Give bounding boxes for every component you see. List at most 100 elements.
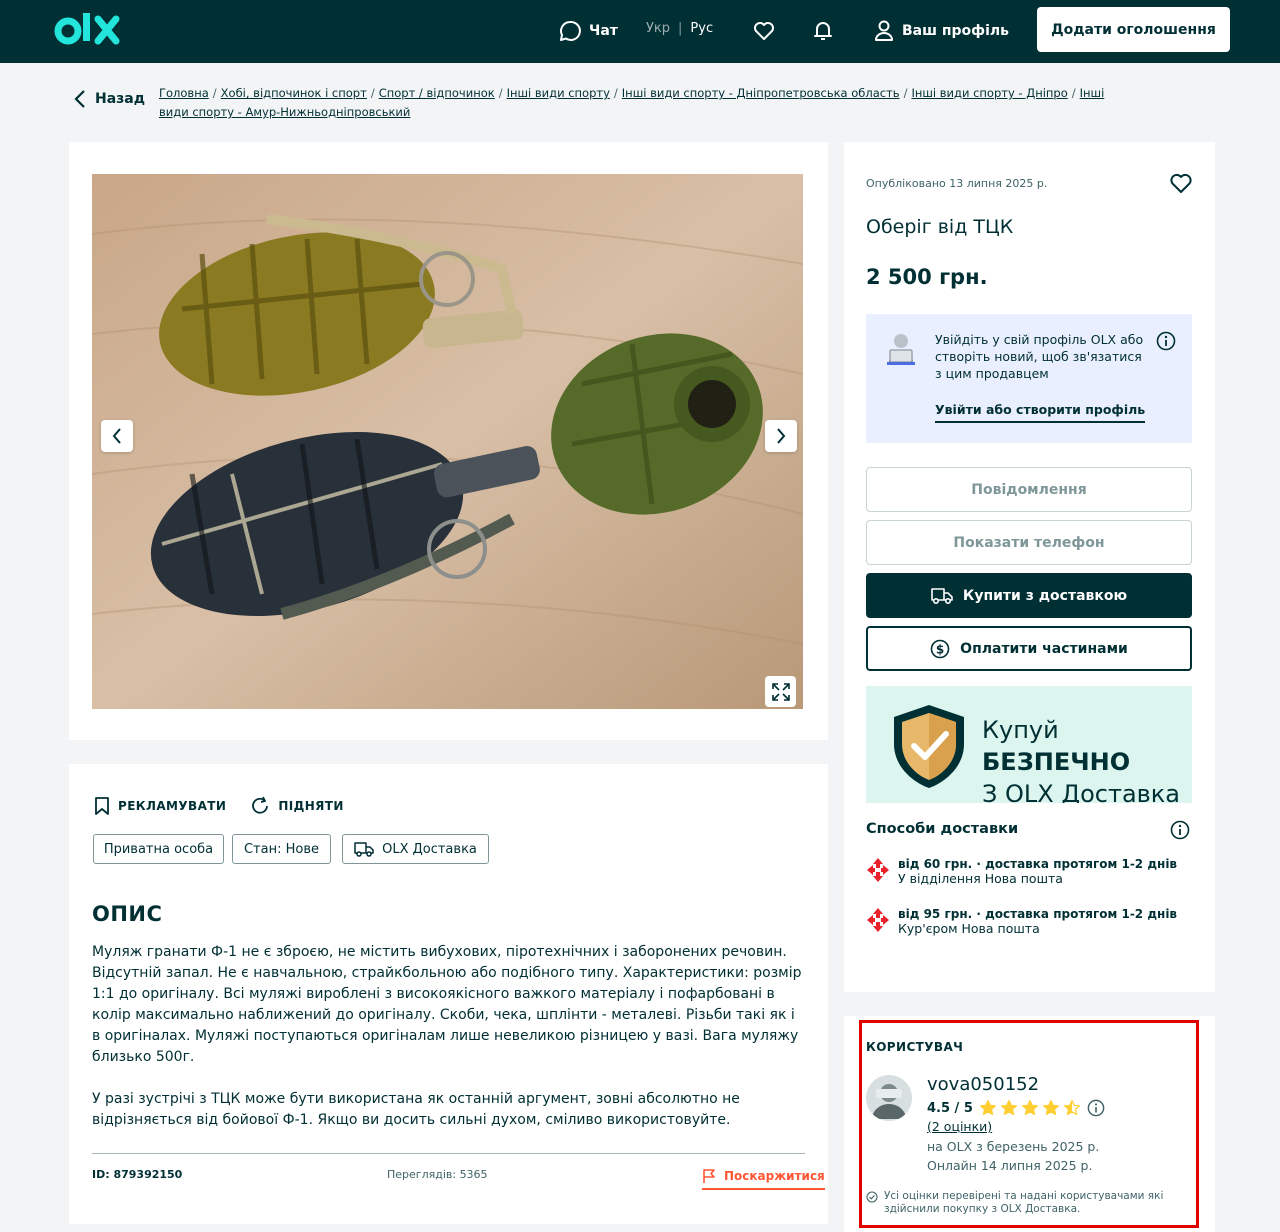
seller-rating: 4.5 / 5: [927, 1099, 1105, 1117]
listing-photo[interactable]: [92, 174, 803, 709]
shipping-option-price: від 95 грн. · доставка протягом 1-2 днів: [898, 907, 1178, 921]
shipping-title: Способи доставки: [866, 821, 1019, 837]
language-switcher: Укр | Рус: [646, 21, 713, 36]
notifications-button[interactable]: [809, 17, 837, 45]
info-icon[interactable]: [1170, 820, 1190, 840]
info-icon[interactable]: [1087, 1099, 1105, 1117]
published-date: Опубліковано 13 липня 2025 р.: [866, 177, 1048, 190]
pay-installments-label: Оплатити частинами: [960, 640, 1128, 657]
banner-line1-b: БЕЗПЕЧНО: [982, 748, 1131, 776]
back-label: Назад: [95, 91, 146, 107]
divider: [92, 1153, 805, 1154]
verified-note-text: Усі оцінки перевірені та надані користув…: [884, 1190, 1164, 1215]
refresh-icon: [252, 796, 269, 814]
tag-condition: Стан: Нове: [232, 834, 331, 864]
advertise-button[interactable]: РЕКЛАМУВАТИ: [94, 796, 226, 816]
svg-text:$: $: [936, 642, 944, 656]
breadcrumb-link[interactable]: Інші види спорту - Дніпро: [911, 86, 1067, 100]
truck-icon: [931, 587, 953, 604]
promo-actions: РЕКЛАМУВАТИ ПІДНЯТИ: [94, 796, 344, 816]
shipping-option: від 95 грн. · доставка протягом 1-2 днів…: [866, 907, 1177, 936]
raise-button[interactable]: ПІДНЯТИ: [250, 796, 344, 816]
show-phone-button[interactable]: Показати телефон: [866, 520, 1192, 565]
default-avatar-icon: [872, 1084, 906, 1119]
favorites-button[interactable]: [750, 17, 778, 45]
check-circle-icon: [866, 1191, 878, 1203]
fullscreen-button[interactable]: [765, 676, 796, 707]
breadcrumb-link[interactable]: Головна: [159, 86, 209, 100]
tag-seller-type: Приватна особа: [93, 834, 224, 864]
gallery-next-button[interactable]: [765, 420, 797, 452]
report-button[interactable]: Поскаржитися: [702, 1168, 825, 1190]
gallery-prev-button[interactable]: [101, 420, 133, 452]
star-icon: [1000, 1099, 1017, 1116]
advertise-label: РЕКЛАМУВАТИ: [118, 799, 227, 813]
banner-text: Купуй БЕЗПЕЧНО З OLX Доставка: [982, 714, 1192, 803]
chat-icon: [560, 20, 581, 41]
nova-poshta-icon: [867, 858, 889, 882]
lang-separator: |: [678, 21, 683, 36]
banner-line1-a: Купуй: [982, 716, 1059, 744]
view-count: Переглядів: 5365: [387, 1168, 488, 1181]
profile-link[interactable]: Ваш профіль: [874, 18, 1009, 44]
banner-line2: З OLX Доставка: [982, 780, 1181, 803]
login-prompt-text: Увійдіть у свій профіль OLX або створіть…: [935, 332, 1144, 381]
rating-text: 4.5 / 5: [927, 1100, 973, 1116]
post-ad-button[interactable]: Додати оголошення: [1037, 7, 1230, 52]
heart-icon: [754, 22, 774, 40]
bookmark-icon: [95, 797, 109, 815]
verified-reviews-note: Усі оцінки перевірені та надані користув…: [866, 1190, 1166, 1216]
tag-delivery: OLX Доставка: [342, 834, 489, 864]
message-button[interactable]: Повідомлення: [866, 467, 1192, 512]
dollar-coin-icon: $: [930, 639, 950, 658]
buy-with-delivery-button[interactable]: Купити з доставкою: [866, 573, 1192, 618]
heart-icon[interactable]: [1169, 172, 1193, 194]
description-paragraph: У разі зустрічі з ТЦК може бути використ…: [92, 1091, 740, 1128]
info-icon[interactable]: [1156, 331, 1176, 351]
star-icon: [1063, 1099, 1080, 1116]
chevron-left-icon: [74, 90, 85, 108]
user-icon: [875, 20, 893, 41]
shipping-option-method: У відділення Нова пошта: [898, 871, 1063, 886]
avatar[interactable]: [866, 1075, 912, 1121]
raise-label: ПІДНЯТИ: [278, 799, 344, 813]
reviews-link[interactable]: (2 оцінки): [927, 1119, 992, 1134]
pay-installments-button[interactable]: $ Оплатити частинами: [866, 626, 1192, 671]
profile-label: Ваш профіль: [902, 23, 1009, 39]
chevron-left-icon: [112, 428, 121, 444]
user-laptop-icon: [887, 334, 915, 365]
seller-name[interactable]: vova050152: [927, 1074, 1039, 1095]
chat-label: Чат: [589, 23, 618, 39]
star-icon: [1042, 1099, 1059, 1116]
star-icon: [1021, 1099, 1038, 1116]
breadcrumb-link[interactable]: Хобі, відпочинок і спорт: [221, 86, 367, 100]
report-label: Поскаржитися: [724, 1169, 825, 1183]
breadcrumb-link[interactable]: Інші види спорту: [507, 86, 610, 100]
tag-delivery-label: OLX Доставка: [382, 841, 477, 857]
nova-poshta-icon: [867, 908, 889, 932]
chevron-right-icon: [777, 428, 786, 444]
grenade-photo-image: [92, 174, 803, 709]
shipping-option: від 60 грн. · доставка протягом 1-2 днів…: [866, 857, 1177, 886]
shield-check-icon: [894, 705, 964, 788]
top-header: Чат Укр | Рус Ваш профіль Додати оголоше…: [0, 0, 1280, 63]
breadcrumb: Головна / Хобі, відпочинок і спорт / Спорт /…: [159, 86, 1105, 119]
breadcrumb-link[interactable]: Спорт / відпочинок: [379, 86, 495, 100]
chat-link[interactable]: Чат: [559, 18, 618, 44]
back-button[interactable]: Назад: [73, 89, 145, 109]
bell-icon: [814, 22, 832, 40]
description-title: ОПИС: [92, 902, 163, 926]
seller-last-online: Онлайн 14 липня 2025 р.: [927, 1158, 1093, 1173]
shipping-option-method: Кур'єром Нова пошта: [898, 921, 1040, 936]
login-link[interactable]: Увійти або створити профіль: [935, 402, 1146, 423]
breadcrumb-link[interactable]: Інші види спорту - Дніпропетровська обла…: [622, 86, 900, 100]
lang-ukr[interactable]: Укр: [646, 21, 670, 36]
lang-rus[interactable]: Рус: [690, 21, 713, 36]
description-paragraph: Муляж гранати Ф-1 не є зброєю, не містит…: [92, 944, 802, 1065]
safe-delivery-banner[interactable]: Купуй БЕЗПЕЧНО З OLX Доставка: [866, 686, 1192, 803]
star-icon: [979, 1099, 996, 1116]
listing-title: Оберіг від ТЦК: [866, 216, 1014, 238]
listing-id: ID: 879392150: [92, 1168, 183, 1181]
olx-logo[interactable]: [54, 9, 126, 53]
listing-price: 2 500 грн.: [866, 265, 988, 289]
